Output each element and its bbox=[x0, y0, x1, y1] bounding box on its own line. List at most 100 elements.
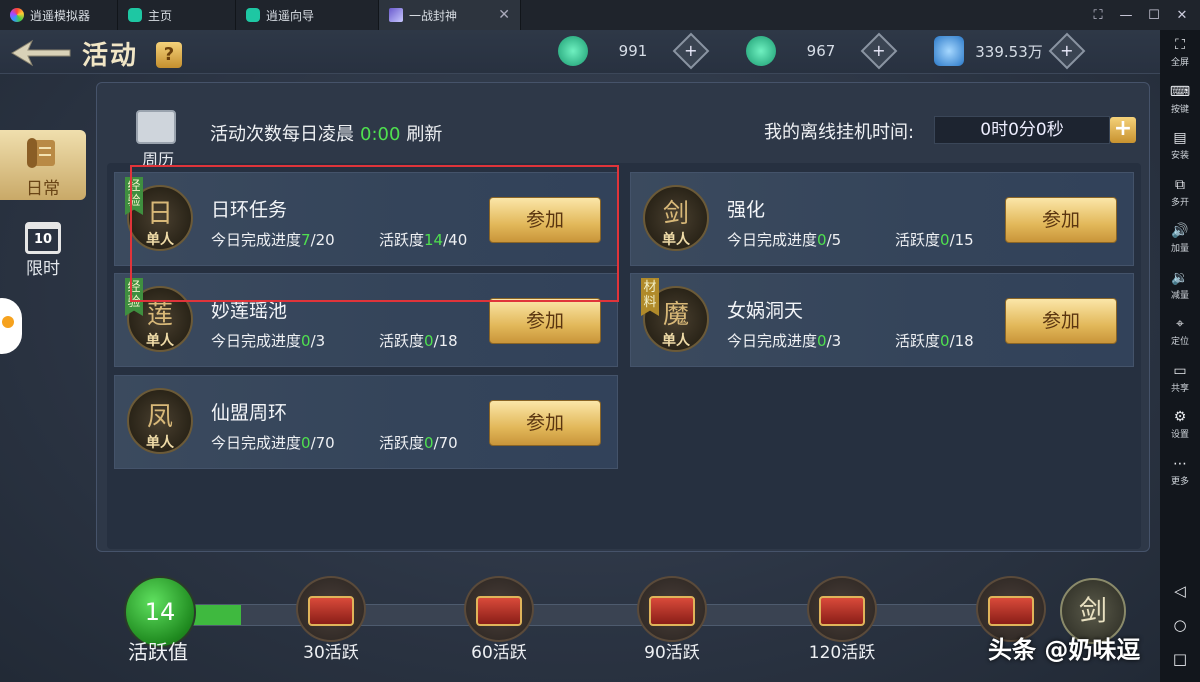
activity-card-nuwa-cave: 魔 单人 材料 女娲洞天 今日完成进度0/3 活跃度0/18 参加 bbox=[630, 273, 1134, 367]
activity-card-enhance: 剑 单人 强化 今日完成进度0/5 活跃度0/15 参加 bbox=[630, 172, 1134, 266]
keymap-button[interactable]: ⌨ 按键 bbox=[1160, 77, 1200, 124]
progress-label: 今日完成进度 bbox=[727, 332, 818, 350]
highlight-box bbox=[130, 165, 619, 302]
add-jade-button[interactable]: + bbox=[672, 32, 710, 70]
volume-up-button[interactable]: 🔊 加量 bbox=[1160, 216, 1200, 263]
currency-value: 991 bbox=[618, 42, 648, 60]
close-window-button[interactable]: ✕ bbox=[1170, 8, 1194, 23]
plus-icon: + bbox=[872, 41, 886, 60]
volume-down-button[interactable]: 🔉 减量 bbox=[1160, 263, 1200, 310]
location-button[interactable]: ⌖ 定位 bbox=[1160, 309, 1200, 356]
minimize-button[interactable]: — bbox=[1114, 8, 1138, 23]
sidebar-label: 全屏 bbox=[1170, 58, 1189, 69]
progress-done: 0 bbox=[301, 332, 311, 350]
add-crystal-button[interactable]: + bbox=[1048, 32, 1086, 70]
activity-done: 0 bbox=[940, 332, 950, 350]
chest-30[interactable] bbox=[296, 576, 366, 642]
join-button[interactable]: 参加 bbox=[1005, 298, 1117, 344]
game-tab-icon bbox=[389, 8, 403, 22]
refresh-suffix: 刷新 bbox=[406, 124, 443, 145]
activity-points-text: 活跃度0/18 bbox=[895, 330, 974, 351]
home-nav-icon[interactable]: ○ bbox=[1173, 616, 1186, 634]
weekly-calendar-button[interactable]: 周历 bbox=[130, 106, 186, 169]
add-bound-jade-button[interactable]: + bbox=[860, 32, 898, 70]
activity-points-text: 活跃度0/18 bbox=[379, 330, 458, 351]
emulator-sidebar: ⛶ 全屏 ⌨ 按键 ▤ 安装 ⧉ 多开 🔊 加量 🔉 减量 ⌖ 定位 ▭ 共享 ⚙ 设置 ⋯ 更多 … bbox=[1160, 30, 1200, 682]
join-button[interactable]: 参加 bbox=[489, 400, 601, 446]
refresh-prefix: 活动次数每日凌晨 bbox=[210, 124, 354, 145]
sidebar-label: 减量 bbox=[1170, 290, 1189, 301]
chest-60-label: 60活跃 bbox=[471, 643, 527, 663]
sidebar-label: 定位 bbox=[1170, 337, 1189, 348]
activity-name: 女娲洞天 bbox=[727, 300, 804, 322]
plus-icon: + bbox=[684, 41, 698, 60]
activity-total: /18 bbox=[949, 332, 974, 350]
activity-total: /18 bbox=[433, 332, 458, 350]
tab-guide[interactable]: 逍遥向导 bbox=[236, 0, 379, 30]
activity-score-label: 活跃值 bbox=[128, 640, 188, 664]
fullscreen-button[interactable]: ⛶ 全屏 bbox=[1160, 30, 1200, 77]
progress-total: /3 bbox=[826, 332, 842, 350]
activity-name: 仙盟周环 bbox=[211, 402, 288, 424]
page-title: 活动 bbox=[82, 41, 139, 71]
progress-total: /70 bbox=[310, 434, 335, 452]
solo-badge: 单人 bbox=[662, 232, 690, 248]
refresh-notice: 活动次数每日凌晨 0:00 刷新 bbox=[210, 120, 442, 146]
activity-icon: 剑 单人 bbox=[643, 185, 709, 251]
more-button[interactable]: ⋯ 更多 bbox=[1160, 449, 1200, 496]
expand-icon[interactable]: ⛶ bbox=[1086, 8, 1110, 23]
android-nav: ◁ ○ □ bbox=[1173, 582, 1187, 682]
join-button[interactable]: 参加 bbox=[1005, 197, 1117, 243]
activity-label: 活跃度 bbox=[379, 434, 425, 452]
assistant-float-ball[interactable] bbox=[0, 298, 22, 354]
offline-time-value: 0时0分0秒 bbox=[934, 116, 1110, 144]
settings-button[interactable]: ⚙ 设置 bbox=[1160, 402, 1200, 449]
activity-progress-fill bbox=[191, 605, 241, 625]
offline-time-label: 我的离线挂机时间: bbox=[764, 122, 915, 143]
material-tag: 材料 bbox=[641, 278, 659, 316]
activity-points-text: 活跃度0/15 bbox=[895, 229, 974, 250]
tab-game[interactable]: 一战封神 ✕ bbox=[379, 0, 521, 30]
sidebar-label: 共享 bbox=[1170, 383, 1189, 394]
progress-label: 今日完成进度 bbox=[727, 231, 818, 249]
progress-text: 今日完成进度0/3 bbox=[211, 330, 325, 351]
tab-home[interactable]: 主页 bbox=[118, 0, 236, 30]
progress-label: 今日完成进度 bbox=[211, 332, 302, 350]
close-tab-icon[interactable]: ✕ bbox=[498, 7, 510, 23]
treasure-chest-icon bbox=[476, 596, 522, 626]
currency-bound-jade: 967 + bbox=[746, 32, 898, 70]
activity-done: 0 bbox=[424, 434, 434, 452]
treasure-chest-icon bbox=[649, 596, 695, 626]
location-icon: ⌖ bbox=[1176, 316, 1184, 333]
app-tab[interactable]: 逍遥模拟器 bbox=[0, 0, 118, 30]
back-arrow-icon[interactable] bbox=[10, 38, 72, 68]
maximize-button[interactable]: ☐ bbox=[1142, 8, 1166, 23]
currency-value: 967 bbox=[806, 42, 836, 60]
chest-30-label: 30活跃 bbox=[303, 643, 359, 663]
treasure-chest-icon bbox=[308, 596, 354, 626]
share-folder-button[interactable]: ▭ 共享 bbox=[1160, 356, 1200, 403]
help-button[interactable]: ? bbox=[156, 42, 182, 68]
install-apk-button[interactable]: ▤ 安装 bbox=[1160, 123, 1200, 170]
chest-60[interactable] bbox=[464, 576, 534, 642]
tab-limited[interactable]: 10 限时 bbox=[0, 220, 86, 280]
more-icon: ⋯ bbox=[1173, 455, 1187, 472]
add-offline-time-button[interactable]: + bbox=[1110, 117, 1136, 143]
crystal-icon bbox=[934, 36, 964, 66]
folder-icon: ▭ bbox=[1173, 362, 1187, 379]
window-controls: ⛶ — ☐ ✕ bbox=[1086, 0, 1200, 30]
keyboard-icon: ⌨ bbox=[1169, 83, 1191, 100]
back-nav-icon[interactable]: ◁ bbox=[1174, 582, 1186, 600]
activity-total: /15 bbox=[949, 231, 974, 249]
chest-90[interactable] bbox=[637, 576, 707, 642]
game-topbar: 活动 ? 991 + 967 + 339.53万 + bbox=[0, 30, 1160, 74]
multi-instance-button[interactable]: ⧉ 多开 bbox=[1160, 170, 1200, 217]
recents-nav-icon[interactable]: □ bbox=[1173, 650, 1187, 668]
volume-up-icon: 🔊 bbox=[1171, 223, 1189, 240]
progress-done: 0 bbox=[817, 231, 827, 249]
chest-120[interactable] bbox=[807, 576, 877, 642]
emulator-logo-icon bbox=[10, 8, 24, 22]
join-button[interactable]: 参加 bbox=[489, 298, 601, 344]
app-name: 逍遥模拟器 bbox=[30, 8, 91, 23]
tab-daily[interactable]: 日常 bbox=[0, 130, 86, 200]
